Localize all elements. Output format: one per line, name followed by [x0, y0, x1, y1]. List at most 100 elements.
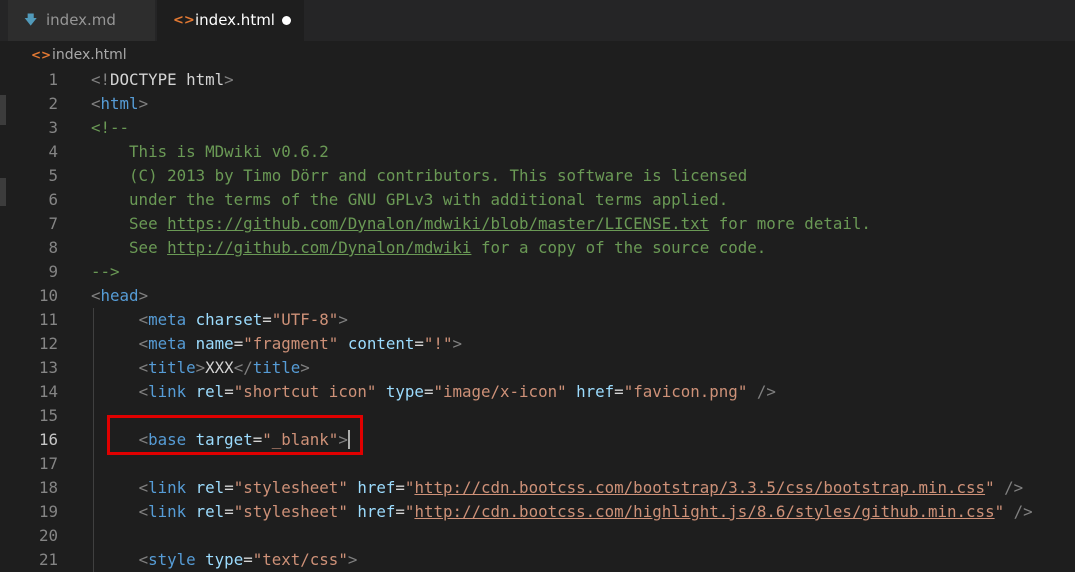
- code-token: <: [138, 334, 149, 353]
- code-token: =: [224, 502, 234, 521]
- code-line[interactable]: 14 <link rel="shortcut icon" type="image…: [0, 380, 1075, 404]
- code-token: =: [262, 310, 272, 329]
- code-token: content: [347, 334, 415, 353]
- line-number: 19: [38, 502, 58, 521]
- line-number: 15: [38, 406, 58, 425]
- code-token: "image/x-icon": [433, 382, 567, 401]
- code-token: meta: [148, 334, 187, 353]
- code-line[interactable]: 9 -->: [0, 260, 1075, 284]
- code-text: <!--: [91, 116, 129, 140]
- code-line[interactable]: 4 This is MDwiki v0.6.2: [0, 140, 1075, 164]
- code-line[interactable]: 10 <head>: [0, 284, 1075, 308]
- tab-index-md[interactable]: 🡇 index.md: [8, 0, 155, 41]
- code-token[interactable]: http://cdn.bootcss.com/highlight.js/8.6/…: [414, 502, 994, 521]
- code-token[interactable]: http://github.com/Dynalon/mdwiki: [167, 238, 471, 257]
- code-token: meta: [148, 310, 187, 329]
- code-token: -->: [91, 262, 120, 281]
- code-line[interactable]: 21 <style type="text/css">: [0, 548, 1075, 572]
- code-token: "UTF-8": [271, 310, 339, 329]
- html-file-icon: <>: [173, 13, 195, 28]
- code-text: <meta charset="UTF-8">: [91, 308, 348, 332]
- markdown-file-icon: 🡇: [24, 13, 38, 28]
- line-number: 9: [48, 262, 58, 281]
- code-token: link: [148, 478, 187, 497]
- code-token: "!": [423, 334, 453, 353]
- code-token: =: [614, 382, 624, 401]
- code-line[interactable]: 7 See https://github.com/Dynalon/mdwiki/…: [0, 212, 1075, 236]
- code-token: rel: [195, 502, 225, 521]
- code-token: under the terms of the GNU GPLv3 with ad…: [91, 190, 729, 209]
- code-token: />: [1004, 478, 1024, 497]
- code-text: <meta name="fragment" content="!">: [91, 332, 462, 356]
- code-token: ": [404, 502, 415, 521]
- indent-guide: [93, 308, 94, 572]
- code-line[interactable]: 1 <!DOCTYPE html>: [0, 68, 1075, 92]
- code-token[interactable]: http://cdn.bootcss.com/bootstrap/3.3.5/c…: [414, 478, 985, 497]
- line-number: 7: [48, 214, 58, 233]
- code-token: />: [1013, 502, 1033, 521]
- line-number: 12: [38, 334, 58, 353]
- code-line[interactable]: 11 <meta charset="UTF-8">: [0, 308, 1075, 332]
- code-line[interactable]: 5 (C) 2013 by Timo Dörr and contributors…: [0, 164, 1075, 188]
- code-line[interactable]: 2 <html>: [0, 92, 1075, 116]
- code-token: =: [224, 382, 234, 401]
- code-line[interactable]: 13 <title>XXX</title>: [0, 356, 1075, 380]
- code-token: link: [148, 502, 187, 521]
- code-line[interactable]: 12 <meta name="fragment" content="!">: [0, 332, 1075, 356]
- code-token: =: [414, 334, 424, 353]
- unsaved-dot-icon[interactable]: [282, 16, 291, 25]
- code-token: title: [148, 358, 196, 377]
- tab-index-html[interactable]: <> index.html: [157, 0, 304, 41]
- code-token: See: [91, 238, 168, 257]
- line-number: 13: [38, 358, 58, 377]
- code-token: rel: [195, 382, 225, 401]
- code-line[interactable]: 17: [0, 452, 1075, 476]
- code-line[interactable]: 3 <!--: [0, 116, 1075, 140]
- code-token: >: [224, 70, 234, 89]
- code-token: >: [138, 94, 149, 113]
- code-text: (C) 2013 by Timo Dörr and contributors. …: [91, 164, 747, 188]
- code-line[interactable]: 20: [0, 524, 1075, 548]
- code-token: This is MDwiki v0.6.2: [91, 142, 329, 161]
- code-editor[interactable]: 1 <!DOCTYPE html> 2 <html> 3 <!-- 4 This is MD…: [0, 68, 1075, 572]
- code-token: >: [338, 310, 348, 329]
- tab-label: index.html: [195, 11, 275, 29]
- code-token: />: [756, 382, 776, 401]
- code-token: link: [148, 382, 187, 401]
- code-token: See: [91, 214, 168, 233]
- code-token: "stylesheet": [233, 478, 348, 497]
- code-line[interactable]: 19 <link rel="stylesheet" href="http://c…: [0, 500, 1075, 524]
- code-token: html: [100, 94, 139, 113]
- code-line[interactable]: 6 under the terms of the GNU GPLv3 with …: [0, 188, 1075, 212]
- code-token: =: [243, 550, 253, 569]
- code-text: <link rel="stylesheet" href="http://cdn.…: [91, 500, 1033, 524]
- code-token: name: [195, 334, 234, 353]
- line-number: 16: [38, 430, 58, 449]
- line-number: 17: [38, 454, 58, 473]
- code-token: (C) 2013 by Timo Dörr and contributors. …: [91, 166, 748, 185]
- code-token: >: [452, 334, 462, 353]
- code-token: for a copy of the source code.: [471, 238, 767, 257]
- code-token: <!--: [91, 118, 130, 137]
- code-line[interactable]: 8 See http://github.com/Dynalon/mdwiki f…: [0, 236, 1075, 260]
- code-token[interactable]: https://github.com/Dynalon/mdwiki/blob/m…: [167, 214, 709, 233]
- line-number: 21: [38, 550, 58, 569]
- code-line[interactable]: 18 <link rel="stylesheet" href="http://c…: [0, 476, 1075, 500]
- tab-label: index.md: [46, 11, 116, 29]
- breadcrumb-file[interactable]: index.html: [52, 41, 127, 69]
- code-token: <: [138, 382, 149, 401]
